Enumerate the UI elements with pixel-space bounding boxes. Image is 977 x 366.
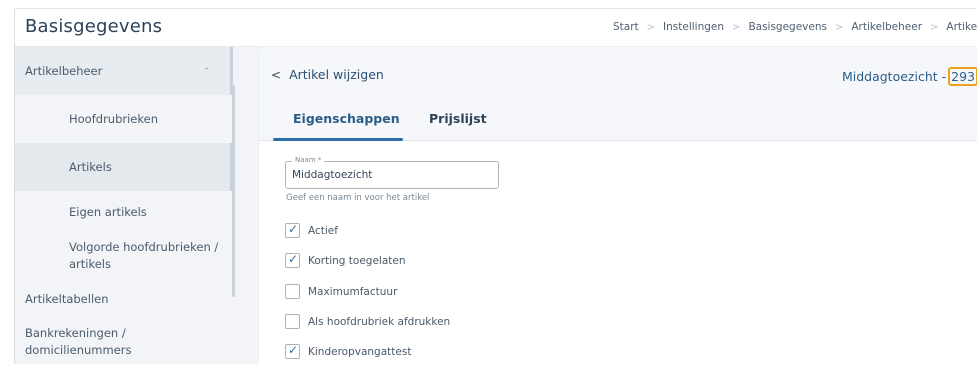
chevron-up-icon: ⌃: [203, 66, 210, 76]
sidebar-item-label: Eigen artikels: [69, 205, 147, 219]
sidebar: Artikelbeheer ⌃ Hoofdrubrieken Artikels …: [15, 47, 247, 364]
checkbox-box[interactable]: ✓: [285, 252, 300, 268]
record-number: 293: [948, 67, 977, 86]
sidebar-item-artikels[interactable]: Artikels: [15, 143, 233, 191]
breadcrumb-artikels[interactable]: Artike: [946, 21, 977, 33]
app-title: Basisgegevens: [25, 16, 163, 37]
tab-bar: Eigenschappen Prijslijst: [259, 101, 977, 141]
sidebar-item-volgorde[interactable]: Volgorde hoofdrubrieken / artikels: [15, 233, 233, 279]
checkbox-actief[interactable]: ✓ Actief: [285, 222, 338, 238]
checkmark-icon: ✓: [288, 222, 299, 236]
app-frame: Basisgegevens Start > Instellingen > Bas…: [14, 8, 977, 364]
checkbox-box[interactable]: [285, 314, 300, 329]
checkbox-box[interactable]: ✓: [285, 343, 300, 359]
checkbox-box[interactable]: [285, 284, 300, 299]
back-label: Artikel wijzigen: [289, 67, 384, 82]
sidebar-item-label-line1: Bankrekeningen /: [25, 326, 126, 340]
breadcrumb-start[interactable]: Start: [613, 21, 639, 33]
checkbox-kinderopvangattest[interactable]: ✓ Kinderopvangattest: [285, 343, 412, 359]
sidebar-item-artikeltabellen[interactable]: Artikeltabellen: [15, 279, 233, 319]
active-tab-indicator: [273, 138, 403, 141]
breadcrumb-artikelbeheer[interactable]: Artikelbeheer: [851, 21, 922, 33]
checkmark-icon: ✓: [288, 252, 299, 266]
sidebar-item-label-line1: Volgorde hoofdrubrieken /: [69, 240, 219, 254]
sidebar-item-label-line2: artikels: [69, 257, 111, 271]
main-panel: < Artikel wijzigen Middagtoezicht -293 E…: [259, 47, 977, 364]
chevron-right-icon: >: [834, 21, 844, 33]
breadcrumb-basisgegevens[interactable]: Basisgegevens: [748, 21, 827, 33]
sidebar-item-label-line2: domicilienummers: [25, 343, 132, 357]
back-button[interactable]: < Artikel wijzigen: [271, 67, 384, 82]
chevron-right-icon: >: [930, 21, 939, 33]
record-name: Middagtoezicht -: [841, 69, 947, 84]
sidebar-item-label: Volgorde hoofdrubrieken / artikels: [69, 239, 218, 273]
checkbox-box[interactable]: ✓: [285, 222, 300, 238]
breadcrumb: Start > Instellingen > Basisgegevens > A…: [613, 21, 977, 33]
sidebar-item-hoofdrubrieken[interactable]: Hoofdrubrieken: [15, 95, 233, 143]
sidebar-item-eigen-artikels[interactable]: Eigen artikels: [15, 191, 233, 233]
sidebar-item-label: Bankrekeningen / domicilienummers: [25, 325, 132, 359]
sidebar-scrollbar[interactable]: [232, 85, 235, 297]
chevron-left-icon: <: [271, 67, 282, 82]
tab-prijslijst[interactable]: Prijslijst: [429, 111, 487, 126]
top-bar: Basisgegevens Start > Instellingen > Bas…: [15, 9, 977, 47]
sidebar-item-label: Hoofdrubrieken: [69, 112, 158, 126]
panel-header: < Artikel wijzigen Middagtoezicht -293: [259, 47, 977, 101]
checkmark-icon: ✓: [288, 343, 299, 357]
checkbox-label: Actief: [308, 224, 338, 237]
sidebar-item-bankrekeningen[interactable]: Bankrekeningen / domicilienummers: [15, 319, 233, 364]
chevron-right-icon: >: [646, 21, 656, 33]
name-field[interactable]: Naam *: [285, 156, 499, 189]
sidebar-item-artikelbeheer[interactable]: Artikelbeheer ⌃: [15, 47, 233, 95]
sidebar-item-label: Artikeltabellen: [25, 292, 109, 306]
checkbox-label: Korting toegelaten: [308, 254, 406, 267]
sidebar-item-label: Artikels: [69, 160, 112, 174]
record-title: Middagtoezicht -293: [842, 67, 977, 86]
sidebar-item-label: Artikelbeheer: [25, 64, 103, 78]
name-field-label: Naam *: [292, 156, 325, 164]
checkbox-label: Maximumfactuur: [308, 285, 398, 298]
checkbox-label: Als hoofdrubriek afdrukken: [308, 315, 451, 328]
checkbox-als-hoofdrubriek-afdrukken[interactable]: Als hoofdrubriek afdrukken: [285, 314, 450, 329]
breadcrumb-instellingen[interactable]: Instellingen: [663, 21, 724, 33]
checkbox-label: Kinderopvangattest: [308, 345, 412, 358]
checkbox-korting-toegelaten[interactable]: ✓ Korting toegelaten: [285, 252, 406, 268]
checkbox-maximumfactuur[interactable]: Maximumfactuur: [285, 284, 397, 299]
chevron-right-icon: >: [732, 21, 741, 33]
name-input[interactable]: [292, 169, 487, 181]
tab-eigenschappen[interactable]: Eigenschappen: [293, 111, 400, 126]
name-field-help: Geef een naam in voor het artikel: [286, 193, 430, 203]
